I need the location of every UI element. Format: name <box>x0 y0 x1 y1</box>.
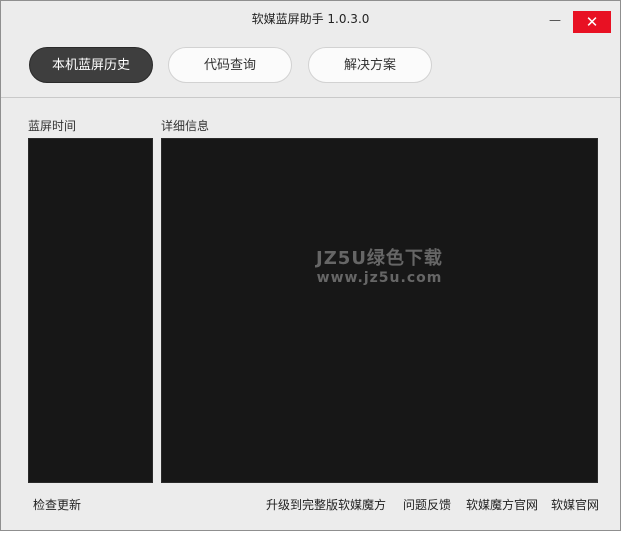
minimize-button[interactable]: — <box>541 11 569 33</box>
ruanmei-site-link[interactable]: 软媒官网 <box>551 496 599 513</box>
app-window: 软媒蓝屏助手 1.0.3.0 — ✕ 本机蓝屏历史 代码查询 解决方案 蓝屏时间… <box>0 0 621 531</box>
bsod-time-list[interactable] <box>28 138 153 483</box>
watermark: JZ5U绿色下载 www.jz5u.com <box>162 244 597 286</box>
watermark-url: www.jz5u.com <box>316 270 443 286</box>
magic-site-link[interactable]: 软媒魔方官网 <box>466 496 538 513</box>
tab-local-bsod-history[interactable]: 本机蓝屏历史 <box>29 47 153 83</box>
tab-solutions[interactable]: 解决方案 <box>308 47 432 83</box>
window-title: 软媒蓝屏助手 1.0.3.0 <box>251 12 370 26</box>
check-update-link[interactable]: 检查更新 <box>33 496 81 513</box>
detail-info-panel[interactable]: JZ5U绿色下载 www.jz5u.com <box>161 138 598 483</box>
close-icon: ✕ <box>585 13 599 31</box>
tab-code-lookup[interactable]: 代码查询 <box>168 47 292 83</box>
watermark-title: JZ5U绿色下载 <box>316 248 443 269</box>
title-bar[interactable]: 软媒蓝屏助手 1.0.3.0 — ✕ <box>1 1 620 35</box>
tab-bar: 本机蓝屏历史 代码查询 解决方案 <box>1 35 620 98</box>
close-button[interactable]: ✕ <box>573 11 611 33</box>
feedback-link[interactable]: 问题反馈 <box>403 496 451 513</box>
minimize-icon: — <box>549 13 561 27</box>
detail-info-label: 详细信息 <box>161 119 210 133</box>
bsod-time-label: 蓝屏时间 <box>28 119 77 133</box>
upgrade-link[interactable]: 升级到完整版软媒魔方 <box>266 496 386 513</box>
